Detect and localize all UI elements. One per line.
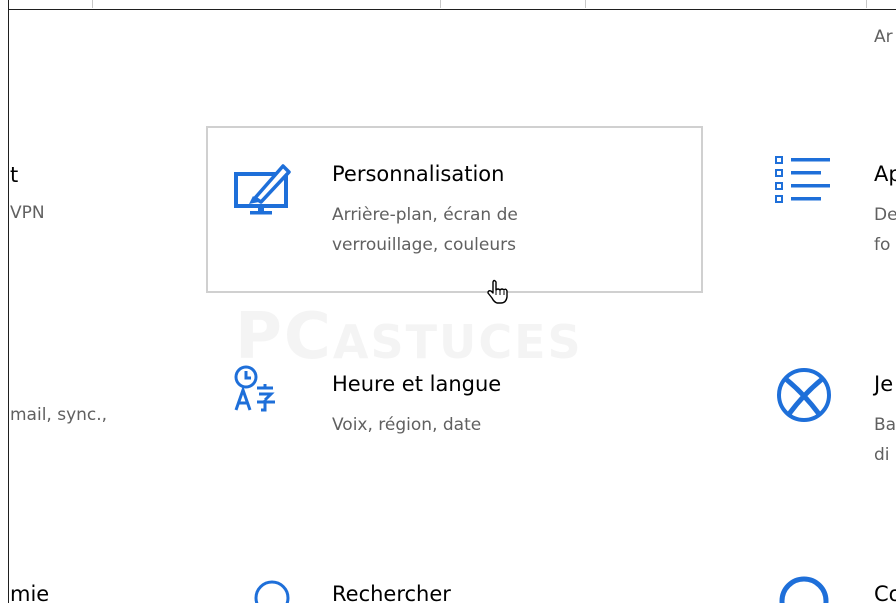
time-language-icon [233, 364, 277, 412]
tile-accounts-partial[interactable]: mail, sync., [10, 400, 190, 440]
search-icon [252, 578, 292, 603]
tile-title-heure-langue: Heure et langue [332, 372, 502, 396]
left-border [0, 0, 9, 603]
tile-applications-partial[interactable]: Ap De fo [760, 150, 896, 290]
tile-title: Je [874, 372, 894, 396]
tile-rechercher[interactable] [220, 570, 700, 603]
tile-title: mie [10, 582, 50, 603]
tile-ergonomie-partial[interactable]: mie [10, 582, 190, 603]
tile-heure-langue[interactable] [220, 355, 700, 455]
tile-desc: De [874, 205, 896, 225]
tile-desc: VPN [10, 203, 45, 223]
top-divider [866, 0, 867, 8]
tile-jeux-partial[interactable]: Je Ba di [760, 360, 896, 470]
tile-desc: Ba [874, 415, 896, 435]
top-divider [92, 0, 93, 8]
tile-network-partial[interactable]: t VPN [10, 160, 190, 240]
tile-bottom-right-partial[interactable]: Co [760, 570, 896, 603]
personalization-icon [233, 160, 295, 216]
tile-title-personnalisation: Personnalisation [332, 162, 505, 186]
tile-desc-personnalisation-2: verrouillage, couleurs [332, 235, 516, 255]
top-divider [585, 0, 586, 8]
tile-title-rechercher: Rechercher [332, 582, 451, 603]
tile-desc: mail, sync., [10, 405, 108, 425]
tile-title: t [10, 163, 19, 187]
tile-desc-heure-langue: Voix, région, date [332, 415, 482, 435]
tile-title: Ap [874, 162, 896, 186]
partial-desc-top-right: Ar [874, 27, 893, 47]
top-divider [440, 0, 441, 8]
tile-desc-personnalisation-1: Arrière-plan, écran de [332, 205, 518, 225]
mouse-cursor-icon [483, 276, 513, 310]
tile-desc: fo [874, 235, 891, 255]
top-border [0, 0, 896, 10]
tile-desc: di [874, 445, 890, 465]
tile-title: Co [874, 582, 896, 603]
